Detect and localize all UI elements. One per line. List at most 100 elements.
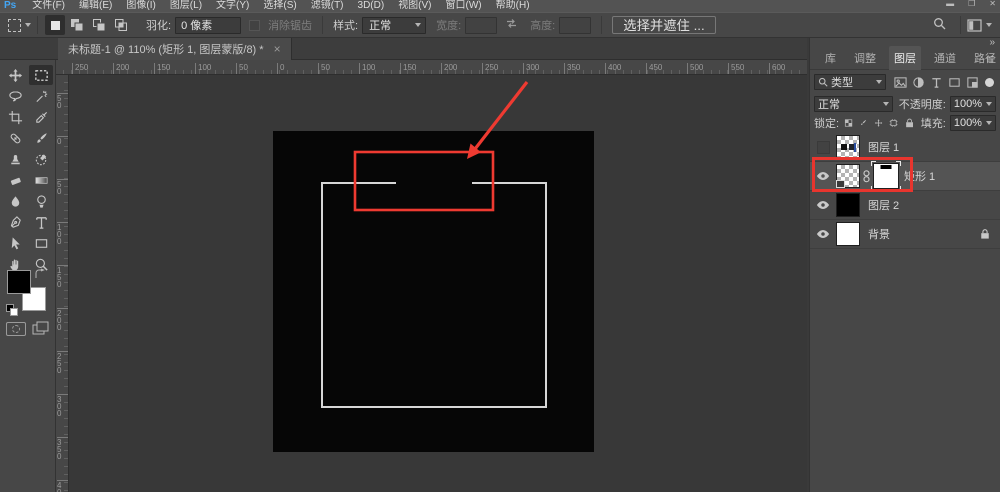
visibility-toggle[interactable] xyxy=(810,141,836,154)
select-and-mask-button[interactable]: 选择并遮住 ... xyxy=(612,16,715,34)
search-icon xyxy=(818,77,828,87)
path-selection-tool[interactable] xyxy=(3,233,27,253)
type-tool[interactable] xyxy=(29,212,53,232)
swap-dimensions-icon[interactable] xyxy=(505,18,518,32)
menu-item[interactable]: 编辑(E) xyxy=(79,0,112,11)
move-tool[interactable] xyxy=(3,65,27,85)
tool-preset[interactable] xyxy=(8,19,31,32)
new-selection-button[interactable] xyxy=(45,15,65,35)
intersect-selection-button[interactable] xyxy=(111,15,131,35)
menu-item[interactable]: 视图(V) xyxy=(398,0,431,11)
close-tab-icon[interactable]: × xyxy=(274,42,281,56)
history-brush-tool[interactable] xyxy=(29,149,53,169)
rectangular-marquee-tool[interactable] xyxy=(29,65,53,85)
width-input[interactable] xyxy=(465,17,497,34)
lock-artboard-icon[interactable] xyxy=(889,117,898,129)
filter-toggle-icon[interactable] xyxy=(985,78,994,87)
visibility-toggle[interactable] xyxy=(810,171,836,181)
layer-row-layer2[interactable]: 图层 2 xyxy=(810,191,1000,220)
ruler-tick-label: 3 5 0 xyxy=(57,437,68,460)
restore-icon[interactable]: ❐ xyxy=(968,0,975,8)
feather-label: 羽化: xyxy=(146,17,171,33)
antialias-checkbox[interactable] xyxy=(249,20,260,31)
blend-mode-dropdown[interactable]: 正常 xyxy=(814,96,893,112)
panel-tab-库[interactable]: 库 xyxy=(820,46,841,70)
add-selection-button[interactable] xyxy=(67,15,87,35)
lock-row: 锁定: 填充: 100% xyxy=(810,114,1000,132)
layer-row-rectangle1[interactable]: 矩形 1 xyxy=(810,162,1000,191)
menu-item[interactable]: 文字(Y) xyxy=(216,0,249,11)
lock-transparency-icon[interactable] xyxy=(844,117,853,129)
blur-tool[interactable] xyxy=(3,191,27,211)
ruler-tick-label: 2 5 0 xyxy=(57,351,68,374)
menu-item[interactable]: 图层(L) xyxy=(170,0,202,11)
lock-position-icon[interactable] xyxy=(874,117,883,129)
filter-adjustment-layers-icon[interactable] xyxy=(912,76,925,89)
shape-thumbnail[interactable] xyxy=(836,164,860,188)
menu-item[interactable]: 3D(D) xyxy=(358,0,385,11)
menu-item[interactable]: 帮助(H) xyxy=(496,0,530,11)
layer-mask-thumbnail[interactable] xyxy=(873,163,899,189)
screen-mode-button[interactable] xyxy=(32,321,50,337)
crop-tool[interactable] xyxy=(3,107,27,127)
layer-row-background[interactable]: 背景 xyxy=(810,220,1000,249)
filter-kind-dropdown[interactable]: 类型 xyxy=(814,74,886,90)
document-canvas[interactable] xyxy=(273,131,594,452)
layer-name[interactable]: 矩形 1 xyxy=(904,168,935,184)
pen-tool[interactable] xyxy=(3,212,27,232)
spot-healing-brush-tool[interactable] xyxy=(3,128,27,148)
lock-all-icon[interactable] xyxy=(905,117,914,129)
filter-smart-objects-icon[interactable] xyxy=(966,76,979,89)
panel-tab-调整[interactable]: 调整 xyxy=(849,46,881,70)
filter-type-layers-icon[interactable] xyxy=(930,76,943,89)
layer-row-layer1[interactable]: 图层 1 xyxy=(810,133,1000,162)
eye-icon xyxy=(816,171,830,181)
panel-tab-路径[interactable]: 路径 xyxy=(969,46,1000,70)
background-thumbnail[interactable] xyxy=(836,222,860,246)
swap-colors-icon[interactable] xyxy=(34,268,48,280)
rectangle-shape-tool[interactable] xyxy=(29,233,53,253)
visibility-toggle[interactable] xyxy=(810,229,836,239)
style-dropdown[interactable]: 正常 xyxy=(362,17,426,34)
gradient-tool[interactable] xyxy=(29,170,53,190)
panel-menu-icon[interactable]: ≡ xyxy=(987,52,994,66)
clone-stamp-tool[interactable] xyxy=(3,149,27,169)
panel-tab-图层[interactable]: 图层 xyxy=(889,46,921,70)
panel-tab-通道[interactable]: 通道 xyxy=(929,46,961,70)
mask-link-icon[interactable] xyxy=(862,169,871,184)
fill-dropdown[interactable]: 100% xyxy=(950,115,996,131)
menu-item[interactable]: 文件(F) xyxy=(32,0,65,11)
layer-name[interactable]: 图层 1 xyxy=(868,139,899,155)
search-icon[interactable] xyxy=(933,17,946,33)
filter-shape-layers-icon[interactable] xyxy=(948,76,961,89)
menu-item[interactable]: 图像(I) xyxy=(126,0,155,11)
canvas-pasteboard[interactable] xyxy=(69,75,807,492)
quick-mask-button[interactable] xyxy=(6,322,26,336)
visibility-toggle[interactable] xyxy=(810,200,836,210)
lasso-tool[interactable] xyxy=(3,86,27,106)
minimize-icon[interactable]: ▬ xyxy=(946,0,954,8)
height-input[interactable] xyxy=(559,17,591,34)
document-tab[interactable]: 未标题-1 @ 110% (矩形 1, 图层蒙版/8) * × xyxy=(58,38,292,60)
brush-tool[interactable] xyxy=(29,128,53,148)
ruler-tick-label: 5 0 xyxy=(57,93,68,109)
layer-name[interactable]: 背景 xyxy=(868,226,890,242)
dodge-tool[interactable] xyxy=(29,191,53,211)
close-window-icon[interactable]: ✕ xyxy=(989,0,996,8)
layer2-thumbnail[interactable] xyxy=(836,193,860,217)
lock-image-icon[interactable] xyxy=(859,117,868,129)
workspace-switcher[interactable] xyxy=(967,19,992,32)
eyedropper-tool[interactable] xyxy=(29,107,53,127)
menu-item[interactable]: 滤镜(T) xyxy=(311,0,344,11)
feather-input[interactable]: 0 像素 xyxy=(175,17,241,34)
foreground-color-swatch[interactable] xyxy=(7,270,31,294)
filter-pixel-layers-icon[interactable] xyxy=(894,76,907,89)
menu-item[interactable]: 窗口(W) xyxy=(446,0,482,11)
quick-selection-tool[interactable] xyxy=(29,86,53,106)
layer1-thumbnail[interactable] xyxy=(836,135,860,159)
menu-item[interactable]: 选择(S) xyxy=(263,0,296,11)
layer-name[interactable]: 图层 2 xyxy=(868,197,899,213)
subtract-selection-button[interactable] xyxy=(89,15,109,35)
eraser-tool[interactable] xyxy=(3,170,27,190)
opacity-dropdown[interactable]: 100% xyxy=(950,96,996,112)
